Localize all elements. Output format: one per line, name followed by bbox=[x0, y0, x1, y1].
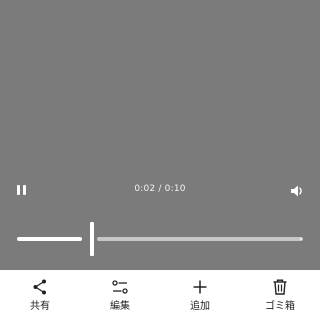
add-label: 追加 bbox=[190, 301, 210, 312]
delete-button[interactable]: ゴミ箱 bbox=[240, 270, 320, 320]
add-button[interactable]: 追加 bbox=[160, 270, 240, 320]
volume-button[interactable] bbox=[289, 183, 305, 199]
share-icon bbox=[33, 279, 46, 295]
delete-label: ゴミ箱 bbox=[265, 301, 295, 312]
share-label: 共有 bbox=[30, 301, 50, 312]
edit-button[interactable]: 編集 bbox=[80, 270, 160, 320]
video-player-screen: 0:02 / 0:10 共有 編集 追加 ゴミ箱 bbox=[0, 0, 320, 320]
edit-label: 編集 bbox=[110, 301, 130, 312]
progress-track bbox=[97, 237, 303, 241]
share-button[interactable]: 共有 bbox=[0, 270, 80, 320]
time-display: 0:02 / 0:10 bbox=[134, 184, 186, 194]
progress-played bbox=[17, 237, 82, 241]
bottom-toolbar: 共有 編集 追加 ゴミ箱 bbox=[0, 270, 320, 320]
progress-slider[interactable] bbox=[17, 222, 303, 256]
sliders-icon bbox=[112, 280, 128, 294]
progress-handle[interactable] bbox=[90, 222, 94, 256]
plus-icon bbox=[193, 280, 207, 294]
progress-end-marker bbox=[300, 238, 302, 240]
volume-icon bbox=[291, 185, 302, 197]
trash-icon bbox=[273, 279, 287, 295]
